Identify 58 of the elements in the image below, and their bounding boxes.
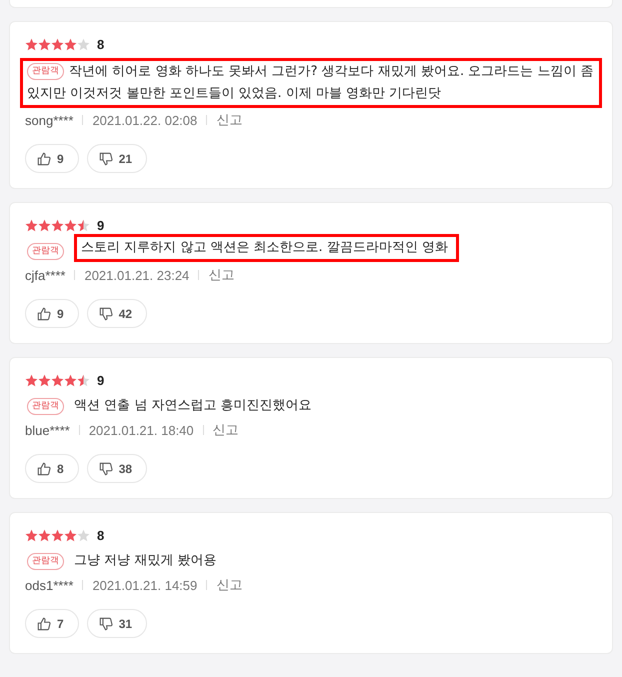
viewer-badge: 관람객 [27, 553, 64, 570]
review-text: 그냥 저냥 재밌게 봤어용 [74, 552, 216, 570]
viewer-badge: 관람객 [27, 398, 64, 415]
viewer-badge: 관람객 [27, 63, 64, 80]
thumbs-up-icon [37, 152, 51, 166]
report-link[interactable]: 신고 [208, 266, 234, 284]
dislike-button[interactable]: 21 [86, 144, 148, 173]
star-icon [51, 528, 64, 542]
thumbs-up-icon [37, 462, 51, 476]
half-star-icon [77, 374, 90, 386]
rating-score: 9 [97, 218, 104, 232]
rating-score: 8 [97, 36, 104, 52]
rating-score: 8 [97, 528, 104, 542]
viewer-badge: 관람객 [27, 243, 64, 260]
star-icon [51, 374, 64, 386]
username: ods1**** [25, 578, 74, 592]
star-icon [64, 374, 77, 386]
half-star-icon [77, 218, 90, 232]
like-button[interactable]: 7 [25, 609, 79, 638]
report-link[interactable]: 신고 [216, 576, 242, 594]
dislike-button[interactable]: 42 [86, 299, 148, 328]
thumbs-down-icon [98, 462, 113, 476]
thumbs-down-icon [98, 616, 113, 630]
highlighted-review-text: 스토리 지루하지 않고 액션은 최소한으로. 깔끔드라마적인 영화 [74, 234, 459, 262]
highlighted-review-text: 관람객 작년에 히어로 영화 하나도 못봐서 그런가? 생각보다 재밌게 봤어요. 오그라드는 느낌이 좀 있지만 이것저것 볼만한 포인트들이 있었음. 이제 마블 영화만 기다린닷 [20, 58, 602, 108]
username: song**** [25, 112, 74, 128]
star-icon [51, 38, 64, 50]
star-icon [51, 218, 64, 232]
review-date: 2021.01.21. 18:40 [88, 422, 194, 438]
like-button[interactable]: 9 [25, 299, 79, 328]
report-link[interactable]: 신고 [216, 111, 242, 129]
star-icon [38, 374, 51, 386]
username: blue**** [25, 422, 70, 438]
star-icon [25, 218, 38, 232]
star-icon [38, 38, 51, 50]
review-date: 2021.01.21. 23:24 [84, 268, 190, 282]
star-icon [25, 374, 38, 386]
like-button[interactable]: 8 [25, 454, 79, 483]
review-text: 액션 연출 넘 자연스럽고 흥미진진했어요 [74, 397, 312, 415]
like-button[interactable]: 9 [25, 144, 79, 173]
star-icon [64, 38, 77, 50]
dislike-button[interactable]: 38 [86, 454, 148, 483]
thumbs-up-icon [37, 616, 51, 630]
thumbs-down-icon [98, 306, 113, 320]
review-date: 2021.01.21. 14:59 [92, 578, 198, 592]
star-icon [64, 528, 77, 542]
report-link[interactable]: 신고 [212, 421, 239, 439]
review-date: 2021.01.22. 02:08 [92, 112, 198, 128]
star-icon [38, 218, 51, 232]
star-icon [25, 528, 38, 542]
star-icon [64, 218, 77, 232]
star-icon [38, 528, 51, 542]
thumbs-up-icon [37, 306, 51, 320]
rating-score: 9 [97, 372, 104, 388]
dislike-button[interactable]: 31 [86, 609, 148, 638]
username: cjfa**** [25, 268, 66, 282]
star-icon [25, 38, 38, 50]
thumbs-down-icon [98, 152, 113, 166]
